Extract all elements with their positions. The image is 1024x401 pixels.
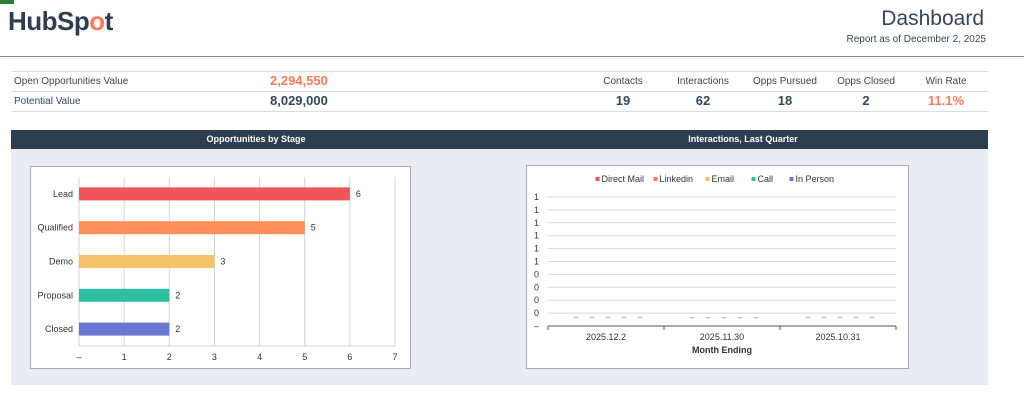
report-date: Report as of December 2, 2025	[846, 34, 986, 45]
bar	[79, 288, 170, 302]
sprocket-icon: o	[89, 6, 105, 36]
bar	[79, 255, 215, 268]
logo-text: HubSp	[8, 6, 90, 36]
left-panel-title: Opportunities by Stage	[206, 134, 306, 144]
win-rate-header: Win Rate	[925, 76, 967, 87]
category-label: Qualified	[37, 223, 73, 233]
kpi-row-potential: Potential Value 8,029,000 19 62 18 2 11.…	[11, 91, 988, 112]
legend-label: Linkedin	[660, 174, 694, 184]
contacts-header: Contacts	[603, 76, 643, 87]
data-label: 6	[356, 189, 361, 199]
zero-value-marker: –	[638, 313, 643, 322]
opps-closed-header: Opps Closed	[837, 76, 895, 87]
legend-swatch	[595, 177, 600, 181]
zero-value-marker: –	[722, 313, 727, 322]
y-tick-label: 0	[534, 269, 539, 279]
page-title: Dashboard	[881, 7, 984, 30]
kpi-row-open: Open Opportunities Value 2,294,550 Conta…	[11, 71, 988, 91]
opps-pursued-value: 18	[777, 93, 793, 108]
data-label: 3	[220, 257, 225, 267]
logo-text-end: t	[104, 6, 114, 36]
x-tick-label: 1	[122, 352, 127, 362]
right-panel-title: Interactions, Last Quarter	[688, 134, 798, 144]
legend-swatch	[751, 177, 756, 181]
category-label: Closed	[45, 324, 73, 334]
x-tick-label: 7	[392, 352, 397, 362]
zero-value-marker: –	[806, 313, 811, 322]
data-label: 5	[311, 223, 316, 233]
zero-value-marker: –	[738, 313, 743, 322]
kpi-table: Open Opportunities Value 2,294,550 Conta…	[11, 71, 988, 112]
stage-chart-box: – 1 2 3 4 5 6 7 Lead 6 Qualified 5 Demo 3 Proposal 2 Clo…	[30, 166, 411, 369]
zero-value-marker: –	[754, 313, 759, 322]
y-tick-label: 1	[534, 218, 539, 228]
zero-value-marker: –	[870, 313, 875, 322]
zero-value-marker: –	[706, 313, 711, 322]
corner-marker	[0, 0, 14, 4]
y-tick-label: 1	[534, 192, 539, 202]
zero-value-marker: –	[590, 313, 595, 322]
legend-label: Call	[758, 174, 774, 184]
interactions-last-quarter-chart: Direct Mail Linkedin Email Call In Person 1 1 1…	[534, 174, 897, 355]
interactions-chart-box: Direct Mail Linkedin Email Call In Person 1 1 1…	[526, 165, 909, 369]
category-label: Proposal	[37, 290, 73, 300]
legend-label: In Person	[796, 174, 835, 184]
open-opportunities-value: 2,294,550	[270, 73, 328, 88]
legend-swatch	[789, 177, 794, 181]
x-tick-label: 3	[212, 352, 217, 362]
x-tick-label: 6	[347, 352, 352, 362]
zero-value-marker: –	[574, 313, 579, 322]
potential-value-label: Potential Value	[14, 96, 81, 107]
zero-value-marker: –	[622, 313, 627, 322]
y-tick-label: 1	[534, 205, 539, 215]
y-tick-label: –	[534, 321, 539, 331]
legend-swatch	[653, 177, 658, 181]
y-tick-label: 1	[534, 257, 539, 267]
interactions-header: Interactions	[677, 76, 729, 87]
y-tick-label: 0	[534, 282, 539, 292]
x-tick-label: 2025.12.2	[586, 332, 626, 342]
legend-label: Email	[712, 174, 735, 184]
zero-value-marker: –	[838, 313, 843, 322]
win-rate-value: 11.1%	[927, 93, 965, 108]
y-tick-label: 1	[534, 244, 539, 254]
x-axis-title: Month Ending	[692, 345, 752, 355]
bar	[79, 322, 170, 336]
open-opportunities-label: Open Opportunities Value	[14, 76, 129, 87]
interactions-value: 62	[695, 93, 711, 108]
opportunities-by-stage-chart: – 1 2 3 4 5 6 7 Lead 6 Qualified 5 Demo 3 Proposal 2 Clo…	[37, 177, 398, 362]
category-label: Demo	[49, 257, 73, 267]
y-tick-label: 0	[534, 295, 539, 305]
zero-value-marker: –	[854, 313, 859, 322]
legend-label: Direct Mail	[602, 174, 645, 184]
header-divider	[0, 56, 1024, 57]
zero-value-marker: –	[606, 313, 611, 322]
legend-swatch	[705, 177, 710, 181]
bar	[79, 221, 305, 235]
hubspot-logo: HubSpot	[8, 8, 113, 34]
x-tick-label: 4	[257, 352, 262, 362]
x-tick-label: 5	[302, 352, 307, 362]
zero-value-marker: –	[690, 313, 695, 322]
opps-pursued-header: Opps Pursued	[753, 76, 817, 87]
zero-value-marker: –	[822, 313, 827, 322]
x-tick-label: 2025.10.31	[815, 332, 860, 342]
contacts-value: 19	[615, 93, 631, 108]
bar	[79, 187, 350, 201]
x-tick-label: 2025.11.30	[700, 332, 744, 342]
potential-value: 8,029,000	[270, 93, 328, 108]
y-tick-label: 1	[534, 231, 539, 241]
category-label: Lead	[53, 189, 73, 199]
data-label: 2	[175, 324, 180, 334]
opps-closed-value: 2	[862, 93, 870, 108]
data-label: 2	[175, 290, 180, 300]
y-tick-label: 0	[534, 308, 539, 318]
x-tick-label: 2	[167, 352, 172, 362]
section-header-band: Opportunities by Stage Interactions, Las…	[11, 130, 988, 149]
x-tick-label: –	[76, 352, 81, 362]
